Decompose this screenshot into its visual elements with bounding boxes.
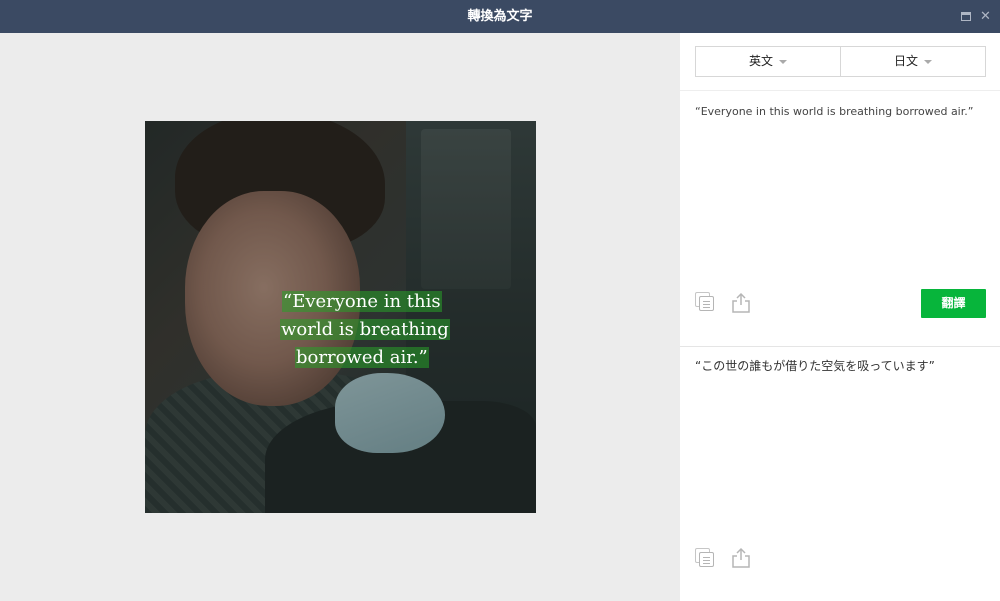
image-preview-pane: “Everyone in this world is breathing bor…	[0, 33, 680, 601]
window-icon[interactable]	[961, 11, 972, 22]
ocr-line-1: “Everyone in this	[282, 290, 442, 314]
copy-icon[interactable]	[695, 548, 717, 570]
ocr-highlight: “Everyone in this	[282, 291, 442, 312]
translator-pane: 英文 日文 “Everyone in this world is breathi…	[680, 33, 1000, 601]
title-bar: 轉換為文字 ✕	[0, 0, 1000, 33]
ocr-line-3: borrowed air.”	[295, 346, 429, 370]
ocr-highlight: borrowed air.”	[295, 347, 429, 368]
close-icon[interactable]: ✕	[980, 10, 991, 23]
ocr-highlight: world is breathing	[280, 319, 450, 340]
language-selector: 英文 日文	[695, 46, 986, 77]
source-text-area[interactable]: “Everyone in this world is breathing bor…	[695, 105, 985, 119]
divider	[680, 346, 1000, 347]
chevron-down-icon	[779, 59, 787, 64]
copy-icon[interactable]	[695, 292, 717, 314]
source-image: “Everyone in this world is breathing bor…	[145, 121, 536, 513]
share-icon[interactable]	[731, 547, 753, 569]
translate-button[interactable]: 翻譯	[921, 289, 986, 318]
source-language-dropdown[interactable]: 英文	[696, 47, 841, 76]
chevron-down-icon	[924, 59, 932, 64]
translation-result: “この世の誰もが借りた空気を吸っています”	[695, 359, 935, 373]
target-language-dropdown[interactable]: 日文	[841, 47, 985, 76]
target-language-label: 日文	[893, 54, 918, 68]
share-icon[interactable]	[731, 292, 753, 314]
divider	[680, 90, 1000, 91]
window-title: 轉換為文字	[467, 9, 533, 24]
ocr-line-2: world is breathing	[280, 318, 450, 342]
source-language-label: 英文	[748, 54, 773, 68]
